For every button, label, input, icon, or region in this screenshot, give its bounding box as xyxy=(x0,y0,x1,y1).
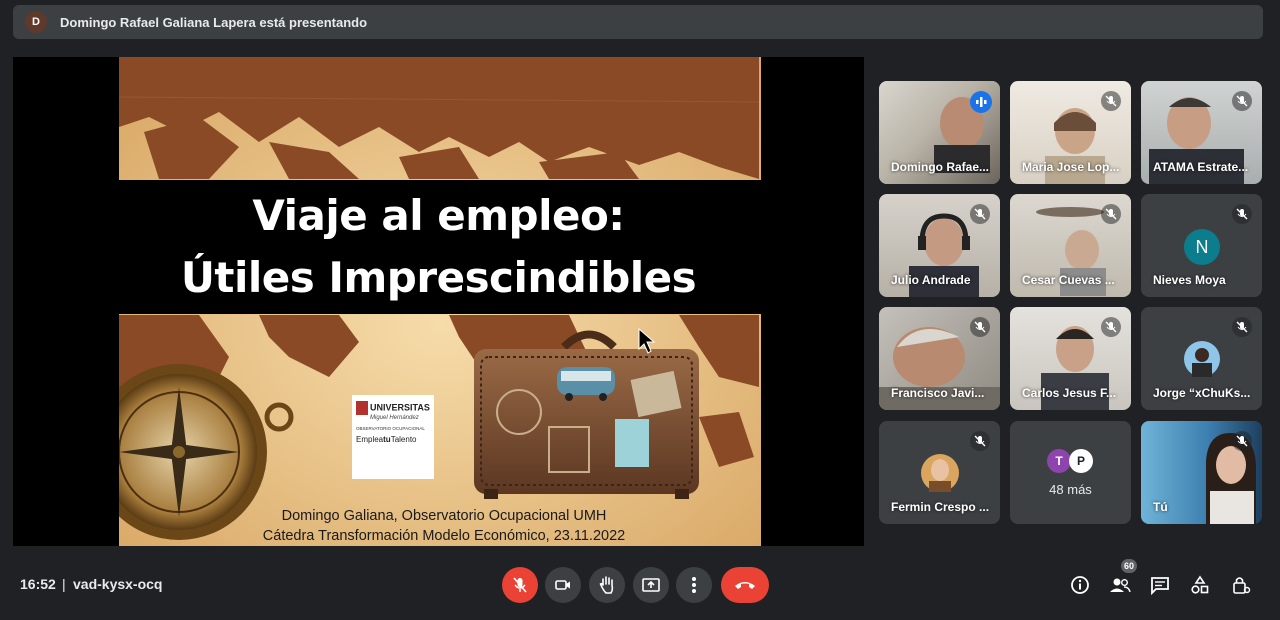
mic-off-icon xyxy=(1101,91,1121,111)
participant-tile[interactable]: N Nieves Moya xyxy=(1141,194,1262,297)
participant-tile[interactable]: Jorge “xChuKs... xyxy=(1141,307,1262,410)
more-participants-tile[interactable]: T P 48 más xyxy=(1010,421,1131,524)
end-call-icon xyxy=(735,582,755,589)
participant-name: Tú xyxy=(1153,500,1168,514)
mic-off-icon xyxy=(970,431,990,451)
raise-hand-button[interactable] xyxy=(589,567,625,603)
suitcase-illustration xyxy=(474,330,699,499)
activities-icon xyxy=(1191,575,1209,594)
people-count-badge: 60 xyxy=(1121,559,1137,573)
meet-window: D Domingo Rafael Galiana Lapera está pre… xyxy=(0,0,1280,620)
presenting-banner: D Domingo Rafael Galiana Lapera está pre… xyxy=(13,5,1263,39)
mic-off-icon xyxy=(1232,204,1252,224)
mic-off-icon xyxy=(1232,317,1252,337)
participant-name: Carlos Jesus F... xyxy=(1022,386,1117,400)
umh-mark-icon xyxy=(356,401,368,415)
participant-name: Maria Jose Lop... xyxy=(1022,160,1120,174)
more-options-icon xyxy=(692,577,696,593)
slide-credit-line1: Domingo Galiana, Observatorio Ocupaciona… xyxy=(281,508,607,524)
self-tile[interactable]: Tú xyxy=(1141,421,1262,524)
slide-title-line1: Viaje al empleo: xyxy=(252,191,625,240)
chat-button[interactable] xyxy=(1148,573,1172,597)
speaking-indicator-icon xyxy=(970,91,992,113)
separator: | xyxy=(62,576,66,592)
clock: 16:52 xyxy=(20,576,56,592)
bottom-toolbar: 16:52 | vad-kysx-ocq 60 xyxy=(0,555,1280,615)
camera-toggle-button[interactable] xyxy=(545,567,581,603)
host-controls-button[interactable] xyxy=(1229,573,1253,597)
mic-off-icon xyxy=(1101,317,1121,337)
participant-tile[interactable]: Fermin Crespo ... xyxy=(879,421,1000,524)
end-call-button[interactable] xyxy=(721,567,769,603)
participant-tile[interactable]: Cesar Cuevas ... xyxy=(1010,194,1131,297)
participant-tile[interactable]: ATAMA Estrate... xyxy=(1141,81,1262,184)
presentation-stage[interactable]: Viaje al empleo: Útiles Imprescindibles … xyxy=(13,57,864,546)
present-icon xyxy=(642,578,660,592)
slide-credit-line2: Cátedra Transformación Modelo Económico,… xyxy=(262,528,626,544)
self-video xyxy=(1206,433,1256,524)
participant-name: Fermin Crespo ... xyxy=(891,500,990,514)
participant-name: Nieves Moya xyxy=(1153,273,1226,287)
participant-name: Cesar Cuevas ... xyxy=(1022,273,1115,287)
participant-avatar xyxy=(1184,341,1220,377)
mic-off-icon xyxy=(1101,204,1121,224)
mic-off-icon xyxy=(1232,91,1252,111)
host-controls-icon xyxy=(1233,577,1251,594)
mic-off-icon xyxy=(1232,431,1252,451)
mic-off-icon xyxy=(513,577,527,593)
logo-line4: EmpleatuTalento xyxy=(356,435,417,444)
participant-tile[interactable]: Julio Andrade xyxy=(879,194,1000,297)
participant-tile[interactable]: Carlos Jesus F... xyxy=(1010,307,1131,410)
people-button[interactable] xyxy=(1108,573,1132,597)
participant-name: ATAMA Estrate... xyxy=(1153,160,1249,174)
more-options-button[interactable] xyxy=(676,567,712,603)
meeting-info-button[interactable] xyxy=(1068,573,1092,597)
info-icon xyxy=(1071,576,1089,594)
participant-tile[interactable]: Francisco Javi... xyxy=(879,307,1000,410)
participant-avatar xyxy=(921,454,959,492)
participant-avatar: P xyxy=(1069,449,1093,473)
camera-icon xyxy=(555,580,570,590)
umh-logo: UNIVERSITAS Miguel Hernández OBSERVATORI… xyxy=(352,395,434,479)
chat-icon xyxy=(1151,577,1169,595)
logo-line3: OBSERVATORIO OCUPACIONAL xyxy=(356,426,425,431)
more-avatars: T P xyxy=(1047,449,1093,473)
presenting-text: Domingo Rafael Galiana Lapera está prese… xyxy=(60,14,368,30)
participant-name: Francisco Javi... xyxy=(891,386,985,400)
activities-button[interactable] xyxy=(1188,573,1212,597)
mic-off-icon xyxy=(970,317,990,337)
people-icon xyxy=(1110,578,1131,593)
more-participants-label: 48 más xyxy=(1049,482,1092,497)
slide-title-band: Viaje al empleo: Útiles Imprescindibles xyxy=(119,180,761,314)
slide-title-line2: Útiles Imprescindibles xyxy=(180,253,697,302)
participant-tile[interactable]: Maria Jose Lop... xyxy=(1010,81,1131,184)
meeting-code: vad-kysx-ocq xyxy=(73,576,163,592)
participant-name: Domingo Rafae... xyxy=(891,160,990,174)
mic-toggle-button[interactable] xyxy=(502,567,538,603)
logo-line1: UNIVERSITAS xyxy=(370,402,430,413)
presenter-avatar: D xyxy=(25,11,47,33)
participant-name: Jorge “xChuKs... xyxy=(1153,386,1251,400)
participant-avatar: N xyxy=(1184,229,1220,265)
present-button[interactable] xyxy=(633,567,669,603)
logo-line2: Miguel Hernández xyxy=(370,415,419,421)
participant-name: Julio Andrade xyxy=(891,273,971,287)
raise-hand-icon xyxy=(599,576,614,594)
participant-avatar: T xyxy=(1047,449,1071,473)
slide: Viaje al empleo: Útiles Imprescindibles … xyxy=(119,57,761,546)
participant-tile[interactable]: Domingo Rafae... xyxy=(879,81,1000,184)
mic-off-icon xyxy=(970,204,990,224)
